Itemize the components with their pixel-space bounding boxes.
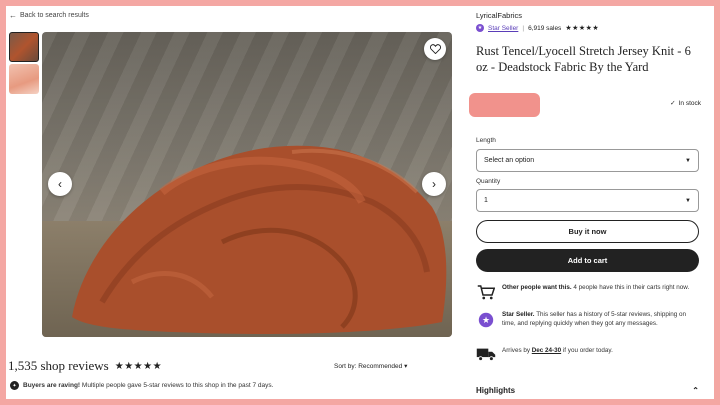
thumbnail-1[interactable] xyxy=(9,32,39,62)
stock-label: In stock xyxy=(678,99,701,107)
quantity-label: Quantity xyxy=(476,178,501,185)
price-redacted-block xyxy=(469,93,540,117)
listing-page: ← Back to search results ‹ › 1,535 shop … xyxy=(6,6,714,399)
svg-text:★: ★ xyxy=(482,316,490,326)
stock-status: ✓ In stock xyxy=(670,99,701,108)
add-to-cart-button[interactable]: Add to cart xyxy=(476,249,699,272)
seller-row: ★ Star Seller | 6,919 sales ★★★★★ xyxy=(476,24,599,32)
quantity-value: 1 xyxy=(484,197,488,204)
checkmark-icon: ✓ xyxy=(670,100,676,107)
fabric-image xyxy=(72,145,447,334)
product-main-image: ‹ › xyxy=(42,32,452,337)
next-image-button[interactable]: › xyxy=(422,172,446,196)
demand-bold: Other people want this. xyxy=(502,284,572,291)
review-count: 1,535 shop reviews xyxy=(8,358,109,373)
raving-bold: Buyers are raving! xyxy=(23,382,81,389)
sort-dropdown[interactable]: Sort by: Recommended ▾ xyxy=(334,362,407,370)
chevron-down-icon: ▼ xyxy=(685,157,691,164)
quantity-select[interactable]: 1 ▼ xyxy=(476,189,699,212)
sort-label: Sort by: Recommended xyxy=(334,363,403,370)
buy-it-now-button[interactable]: Buy it now xyxy=(476,220,699,243)
shop-name[interactable]: LyricalFabrics xyxy=(476,11,522,20)
previous-image-button[interactable]: ‹ xyxy=(48,172,72,196)
shop-stars: ★★★★★ xyxy=(565,25,600,32)
arrives-suffix: if you order today. xyxy=(562,347,613,354)
buyers-raving-notice: ✦ Buyers are raving! Multiple people gav… xyxy=(10,381,273,390)
star-seller-icon: ★ xyxy=(476,311,496,329)
star-seller-notice: ★ Star Seller. This seller has a history… xyxy=(476,311,701,329)
chevron-down-icon: ▾ xyxy=(404,363,408,370)
demand-text: 4 people have this in their carts right … xyxy=(573,284,690,291)
chevron-right-icon: › xyxy=(432,177,436,191)
star-seller-bold: Star Seller. xyxy=(502,311,535,318)
review-stars: ★★★★★ xyxy=(114,360,163,372)
length-value: Select an option xyxy=(484,157,535,164)
arrives-date[interactable]: Dec 24-30 xyxy=(532,347,561,354)
star-seller-link[interactable]: Star Seller xyxy=(488,25,518,32)
thumbnail-strip xyxy=(9,32,41,96)
product-title: Rust Tencel/Lyocell Stretch Jersey Knit … xyxy=(476,44,691,74)
demand-notice: Other people want this. 4 people have th… xyxy=(476,284,701,300)
shop-reviews-header: 1,535 shop reviews ★★★★★ xyxy=(8,358,162,374)
star-seller-badge-icon: ★ xyxy=(476,24,484,32)
chevron-left-icon: ‹ xyxy=(58,177,62,191)
thumbnail-2[interactable] xyxy=(9,64,39,94)
arrow-left-icon: ← xyxy=(9,11,17,20)
heart-icon xyxy=(429,44,441,54)
highlights-label: Highlights xyxy=(476,386,516,395)
delivery-notice: Arrives by Dec 24-30 if you order today. xyxy=(476,347,701,361)
chevron-down-icon: ▼ xyxy=(685,197,691,204)
truck-icon xyxy=(476,347,496,361)
chat-icon: ✦ xyxy=(10,381,19,390)
back-label: Back to search results xyxy=(20,12,89,19)
separator: | xyxy=(522,24,525,32)
arrives-prefix: Arrives by xyxy=(502,347,530,354)
length-select[interactable]: Select an option ▼ xyxy=(476,149,699,172)
sales-count: 6,919 sales xyxy=(528,24,562,32)
shopping-cart-icon xyxy=(476,284,496,300)
purchase-panel: LyricalFabrics ★ Star Seller | 6,919 sal… xyxy=(469,6,701,399)
highlights-section-toggle[interactable]: Highlights ⌃ xyxy=(476,386,699,395)
length-label: Length xyxy=(476,137,496,144)
favorite-button[interactable] xyxy=(424,38,446,60)
chevron-up-icon: ⌃ xyxy=(692,386,699,395)
raving-text: Multiple people gave 5-star reviews to t… xyxy=(81,382,274,389)
back-to-search-link[interactable]: ← Back to search results xyxy=(9,11,89,20)
